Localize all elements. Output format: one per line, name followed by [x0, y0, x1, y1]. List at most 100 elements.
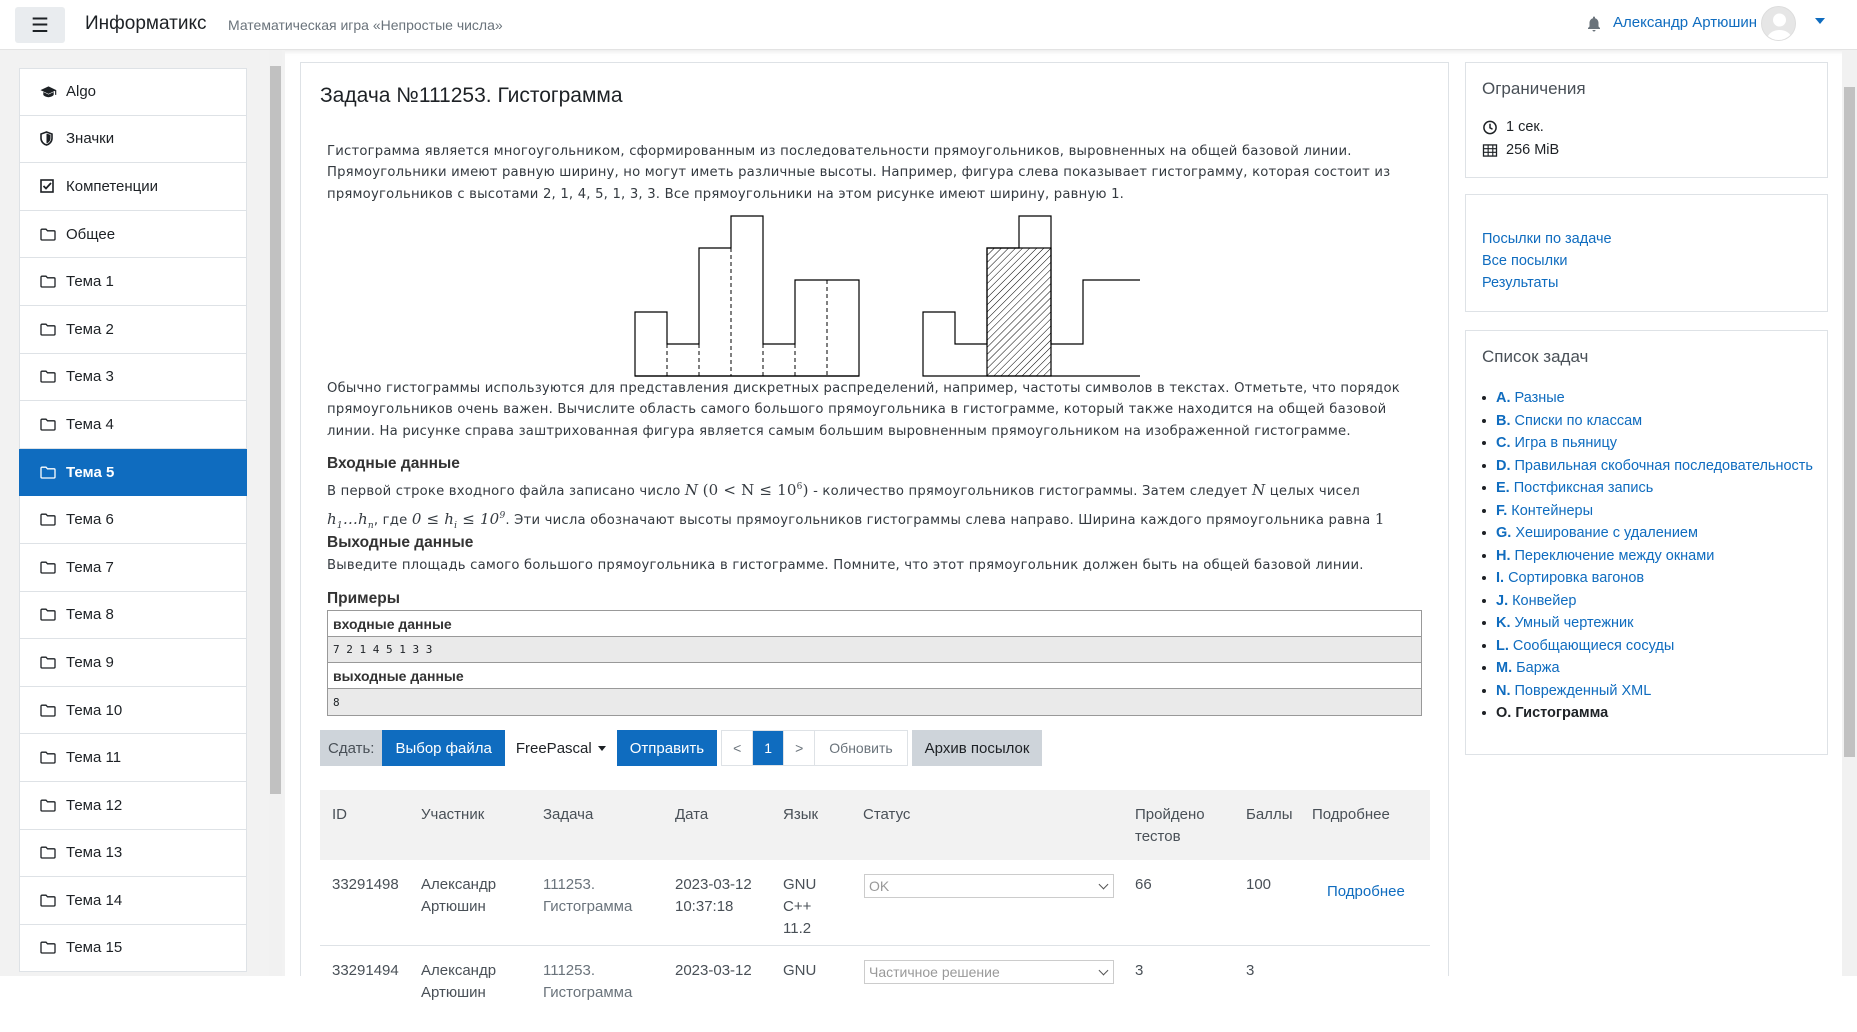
sidebar-item-тема-7[interactable]: Тема 7: [19, 543, 247, 592]
all-submissions-link[interactable]: Все посылки: [1482, 253, 1568, 269]
input-text-part: целых чисел: [1269, 484, 1361, 499]
page-scrollbar-thumb[interactable]: [1844, 87, 1855, 757]
sidebar-item-тема-9[interactable]: Тема 9: [19, 639, 247, 687]
task-letter: M.: [1496, 660, 1513, 676]
drawer-scrollbar-thumb[interactable]: [270, 66, 281, 794]
task-list-item[interactable]: G. Хеширование с удалением: [1482, 522, 1813, 545]
pagination-page[interactable]: 1: [753, 731, 785, 765]
task-name: Поврежденный XML: [1514, 682, 1652, 699]
sidebar-item-тема-2[interactable]: Тема 2: [19, 305, 247, 354]
status-select[interactable]: Частичное решение: [864, 960, 1114, 984]
task-letter: E.: [1496, 480, 1510, 496]
refresh-button[interactable]: Обновить: [815, 731, 906, 765]
site-brand[interactable]: Информатикс: [85, 13, 206, 35]
results-link[interactable]: Результаты: [1482, 275, 1558, 291]
sidebar-item-тема-15[interactable]: Тема 15: [19, 924, 247, 973]
sidebar-item-label: Тема 3: [66, 368, 114, 386]
task-list-title: Список задач: [1482, 347, 1589, 366]
bell-icon[interactable]: [1587, 16, 1601, 32]
sidebar-item-label: Значки: [66, 130, 115, 148]
sidebar-item-label: Компетенции: [66, 177, 159, 195]
sidebar-item-тема-8[interactable]: Тема 8: [19, 591, 247, 640]
task-list-item[interactable]: L. Сообщающиеся сосуды: [1482, 635, 1813, 658]
folder-icon: [40, 940, 58, 955]
language-select[interactable]: FreePascal: [504, 730, 617, 766]
task-list-item[interactable]: D. Правильная скобочная последовательност…: [1482, 455, 1813, 478]
task-list-item[interactable]: J. Конвейер: [1482, 590, 1813, 613]
task-list-item[interactable]: F. Контейнеры: [1482, 500, 1813, 523]
examples-table: входные данные 7 2 1 4 5 1 3 3 выходные …: [327, 610, 1422, 716]
sidebar-item-компетенции[interactable]: Компетенции: [19, 163, 247, 211]
sidebar-item-тема-12[interactable]: Тема 12: [19, 781, 247, 830]
bullet-icon: [1482, 643, 1486, 648]
folder-icon: [40, 750, 58, 765]
task-list-item[interactable]: N. Поврежденный XML: [1482, 680, 1813, 703]
task-name: Переключение между окнами: [1514, 547, 1715, 564]
task-list-item[interactable]: A. Разные: [1482, 387, 1813, 410]
memory-table-icon: [1482, 143, 1498, 157]
problem-paragraph-2: Обычно гистограммы используются для пред…: [327, 381, 1400, 439]
sidebar-item-label: Тема 1: [66, 273, 114, 291]
row-task: 111253. Гистограмма: [543, 876, 633, 915]
sidebar-item-тема-13[interactable]: Тема 13: [19, 829, 247, 878]
memory-limit: 256 MiB: [1482, 142, 1559, 158]
sidebar-item-тема-5[interactable]: Тема 5: [19, 448, 247, 497]
bullet-icon: [1482, 576, 1486, 581]
task-letter: F.: [1496, 502, 1508, 519]
time-limit-value: 1 сек.: [1506, 119, 1544, 135]
send-button[interactable]: Отправить: [616, 730, 718, 766]
folder-icon: [40, 274, 58, 289]
avatar[interactable]: [1761, 6, 1796, 41]
task-list-item[interactable]: M. Баржа: [1482, 657, 1813, 680]
task-list-item[interactable]: H. Переключение между окнами: [1482, 545, 1813, 568]
sidebar-item-label: Тема 12: [66, 796, 123, 814]
math-hn: …h: [342, 510, 368, 528]
details-link[interactable]: Подробнее: [1327, 881, 1405, 903]
folder-icon: [40, 322, 58, 337]
task-letter: I.: [1496, 570, 1505, 586]
choose-file-button[interactable]: Выбор файла: [382, 730, 505, 766]
course-breadcrumb[interactable]: Математическая игра «Непростые числа»: [228, 17, 503, 33]
sidebar-item-тема-6[interactable]: Тема 6: [19, 496, 247, 544]
task-name: Сообщающиеся сосуды: [1512, 637, 1675, 654]
sidebar-item-тема-10[interactable]: Тема 10: [19, 686, 247, 735]
status-select[interactable]: OK: [864, 874, 1114, 898]
input-text-part: - количество прямоугольников гистограммы…: [813, 484, 1248, 499]
sidebar-item-значки[interactable]: Значки: [19, 115, 247, 164]
user-name[interactable]: Александр Артюшин: [1613, 14, 1757, 31]
sidebar-item-тема-1[interactable]: Тема 1: [19, 258, 247, 306]
folder-icon: [40, 845, 58, 860]
sidebar-item-label: Algo: [66, 83, 97, 101]
row-date: 2023-03-12 10:37:18: [675, 876, 752, 915]
task-letter: G.: [1496, 525, 1512, 541]
submissions-by-task-link[interactable]: Посылки по задаче: [1482, 231, 1612, 247]
row-task: 111253. Гистограмма: [543, 962, 633, 1001]
input-text-part: В первой строке входного файла записано …: [327, 484, 681, 499]
task-name: Постфиксная запись: [1513, 480, 1654, 496]
task-list-item[interactable]: B. Списки по классам: [1482, 410, 1813, 433]
task-name: Контейнеры: [1511, 502, 1593, 519]
task-list-item[interactable]: I. Сортировка вагонов: [1482, 567, 1813, 590]
row-tests: 3: [1135, 962, 1144, 979]
pagination-next[interactable]: >: [784, 731, 816, 765]
sidebar-item-algo[interactable]: Algo: [19, 68, 247, 116]
bullet-icon: [1482, 711, 1486, 716]
sidebar-item-тема-11[interactable]: Тема 11: [19, 734, 247, 782]
task-list-item[interactable]: E. Постфиксная запись: [1482, 477, 1813, 500]
sidebar-item-тема-3[interactable]: Тема 3: [19, 353, 247, 402]
course-index-list: Algo Значки Компетенции Общее Тема 1 Тема 2 Те…: [19, 68, 247, 973]
col-status: Статус: [863, 806, 911, 823]
archive-button[interactable]: Архив посылок: [911, 730, 1043, 766]
folder-icon: [40, 607, 58, 622]
task-list-item[interactable]: K. Умный чертежник: [1482, 612, 1813, 635]
sidebar-item-тема-4[interactable]: Тема 4: [19, 401, 247, 449]
chevron-down-icon: [1098, 965, 1109, 976]
sidebar-item-общее[interactable]: Общее: [19, 210, 247, 259]
sidebar-item-тема-14[interactable]: Тема 14: [19, 877, 247, 925]
task-list-item[interactable]: C. Игра в пьяницу: [1482, 432, 1813, 455]
menu-toggle-button[interactable]: ☰: [15, 7, 65, 43]
pagination-prev[interactable]: <: [722, 731, 754, 765]
task-name: Гистограмма: [1515, 705, 1609, 721]
status-value: Частичное решение: [869, 964, 1000, 980]
user-menu-caret-icon[interactable]: [1815, 18, 1825, 24]
